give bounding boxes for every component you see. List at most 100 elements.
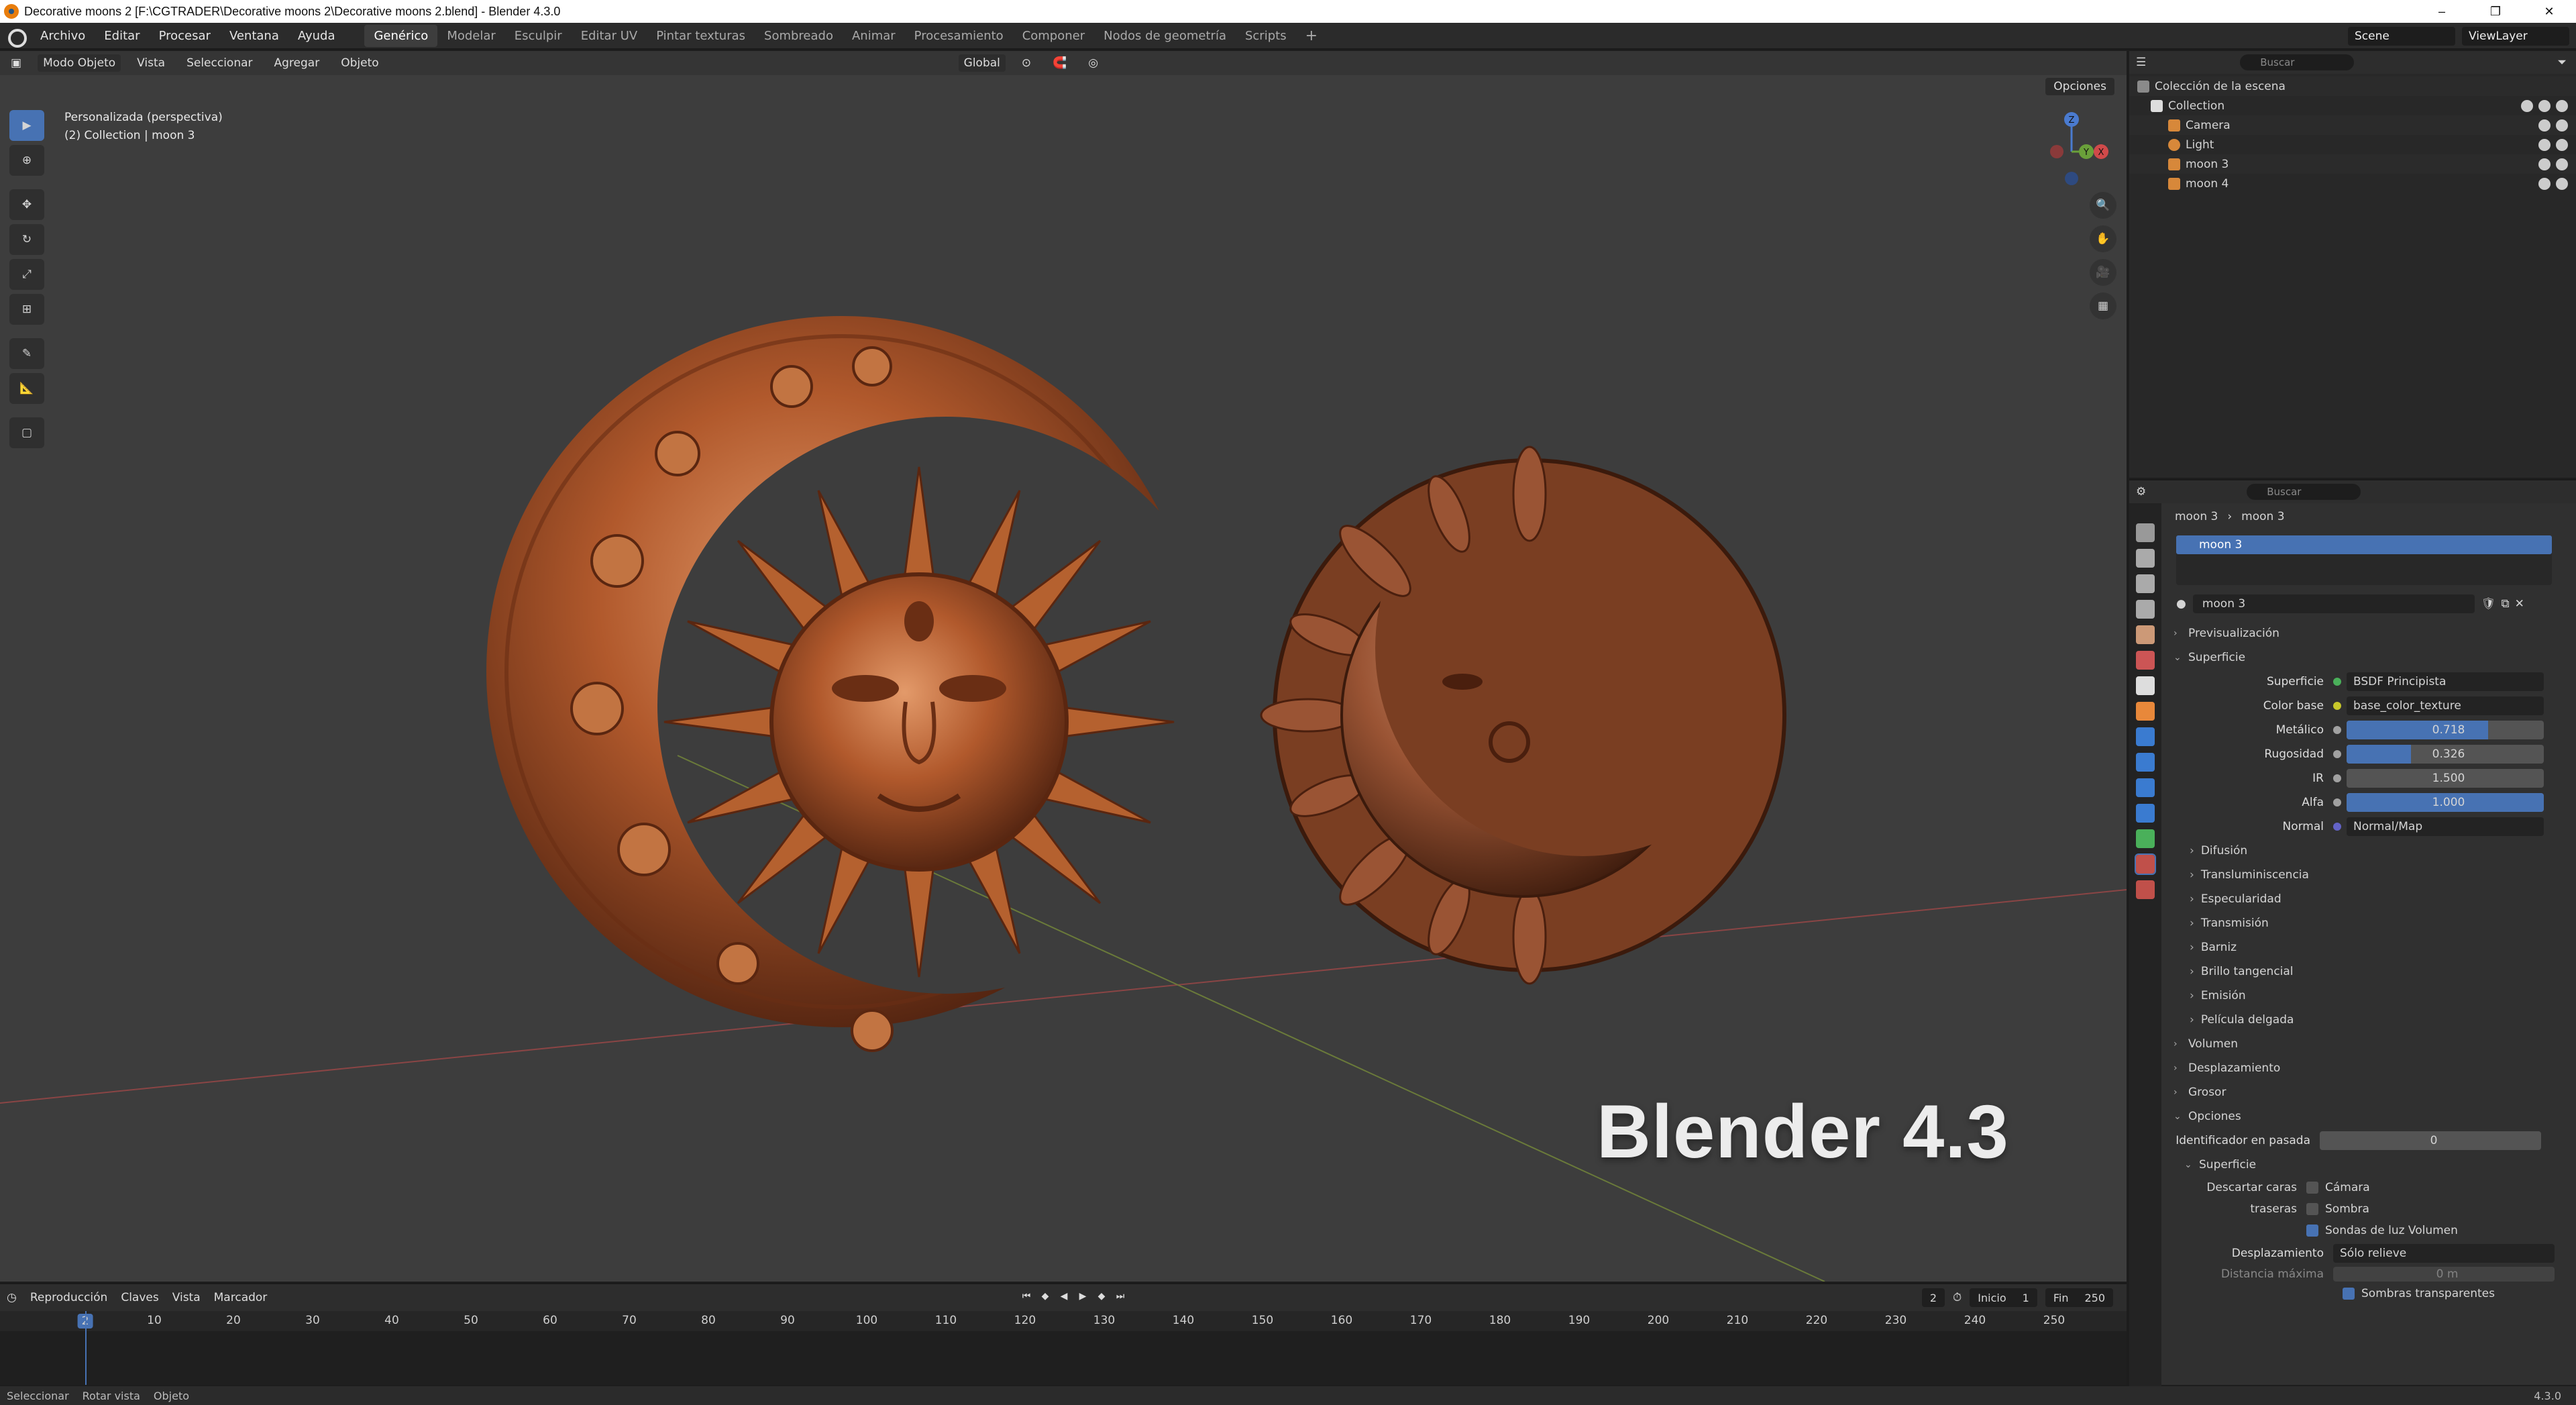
material-name-field[interactable]: moon 3	[2192, 594, 2475, 613]
clock-icon[interactable]: ⏱	[1953, 1291, 1962, 1304]
section-options-surface[interactable]: ⌄ Superficie	[2165, 1153, 2571, 1177]
workspace-tab-editar-uv[interactable]: Editar UV	[572, 25, 647, 47]
material-slot-list[interactable]: moon 3	[2176, 535, 2552, 585]
scale-tool-icon[interactable]: ⤢	[9, 259, 44, 290]
timeline-menu-marcador[interactable]: Marcador	[214, 1291, 268, 1304]
bsdf-subsection[interactable]: › Película delgada	[2165, 1008, 2571, 1032]
measure-tool-icon[interactable]: 📐	[9, 373, 44, 404]
bsdf-subsection[interactable]: › Especularidad	[2165, 887, 2571, 911]
camera-render-icon[interactable]	[2556, 177, 2568, 190]
3d-viewport[interactable]: ▣ Modo Objeto Vista Seleccionar Agregar …	[0, 51, 2127, 1282]
cull-shadow-checkbox[interactable]: Sombra	[2306, 1198, 2458, 1220]
timeline-menu-vista[interactable]: Vista	[172, 1291, 201, 1304]
socket-icon[interactable]	[2333, 726, 2341, 734]
tool-tab-icon[interactable]	[2136, 523, 2155, 542]
bsdf-subsection[interactable]: › Barniz	[2165, 935, 2571, 959]
menu-archivo[interactable]: Archivo	[31, 29, 95, 43]
menu-ventana[interactable]: Ventana	[220, 29, 288, 43]
section-options[interactable]: ⌄ Opciones	[2165, 1104, 2571, 1129]
timeline-track-area[interactable]	[0, 1311, 2127, 1385]
menu-ayuda[interactable]: Ayuda	[288, 29, 345, 43]
outliner-item-camera[interactable]: Camera	[2129, 115, 2576, 135]
blender-menu-icon[interactable]	[5, 25, 27, 48]
socket-icon[interactable]	[2333, 774, 2341, 782]
surface-shader-field[interactable]: BSDF Principista	[2347, 672, 2544, 691]
collection-row[interactable]: Collection	[2129, 96, 2576, 115]
outliner-item-light[interactable]: Light	[2129, 135, 2576, 154]
workspace-tab-generico[interactable]: Genérico	[364, 24, 438, 47]
physics-tab-icon[interactable]	[2136, 778, 2155, 797]
checkbox-checked-icon[interactable]	[2306, 1225, 2318, 1237]
texture-tab-icon[interactable]	[2136, 880, 2155, 899]
constraints-tab-icon[interactable]	[2136, 804, 2155, 823]
transparent-shadows-checkbox[interactable]: Sombras transparentes	[2165, 1283, 2571, 1304]
object-tab-icon[interactable]	[2136, 702, 2155, 721]
proportional-edit-icon[interactable]: ◎	[1083, 54, 1104, 72]
outliner-item-moon-4[interactable]: moon 4	[2129, 174, 2576, 193]
socket-icon[interactable]	[2333, 702, 2341, 710]
bsdf-input-field[interactable]: 1.500	[2347, 769, 2544, 788]
material-slot-item[interactable]: moon 3	[2176, 535, 2552, 554]
duplicate-icon[interactable]: ⧉	[2501, 597, 2509, 611]
workspace-tab-sombreado[interactable]: Sombreado	[755, 25, 843, 47]
bsdf-subsection[interactable]: › Emisión	[2165, 984, 2571, 1008]
frame-ruler[interactable]: 2 10203040506070809010011012013014015016…	[0, 1311, 2127, 1331]
workspace-tab-scripts[interactable]: Scripts	[1236, 25, 1296, 47]
options-dropdown[interactable]: Opciones	[2045, 78, 2114, 95]
eye-icon[interactable]	[2538, 119, 2551, 132]
play-icon[interactable]: ▶	[1076, 1290, 1089, 1303]
timeline-menu-reproduccion[interactable]: Reproducción	[30, 1291, 107, 1304]
bsdf-input-field[interactable]: 0.718	[2347, 721, 2544, 739]
camera-view-icon[interactable]: 🎥	[2090, 259, 2116, 286]
view-layer-tab-icon[interactable]	[2136, 600, 2155, 619]
transform-tool-icon[interactable]: ⊞	[9, 294, 44, 325]
scene-tab-icon[interactable]	[2136, 625, 2155, 644]
outliner-item-moon-3[interactable]: moon 3	[2129, 154, 2576, 174]
ortho-grid-icon[interactable]: ▦	[2090, 293, 2116, 319]
section-thickness[interactable]: › Grosor	[2165, 1080, 2571, 1104]
socket-icon[interactable]	[2333, 750, 2341, 758]
checkbox-checked-icon[interactable]	[2343, 1288, 2355, 1300]
rotate-tool-icon[interactable]: ↻	[9, 224, 44, 255]
maximize-button[interactable]: ❐	[2469, 0, 2522, 23]
viewport-menu-vista[interactable]: Vista	[131, 54, 170, 72]
outliner-search-input[interactable]: Buscar	[2240, 54, 2355, 70]
workspace-tab-componer[interactable]: Componer	[1013, 25, 1094, 47]
camera-render-icon[interactable]	[2556, 119, 2568, 132]
particles-tab-icon[interactable]	[2136, 753, 2155, 772]
next-keyframe-icon[interactable]: ◆	[1095, 1290, 1108, 1303]
prev-keyframe-icon[interactable]: ◆	[1038, 1290, 1052, 1303]
unlink-icon[interactable]: ✕	[2515, 597, 2524, 611]
play-reverse-icon[interactable]: ◀	[1057, 1290, 1071, 1303]
viewport-menu-objeto[interactable]: Objeto	[335, 54, 384, 72]
eye-icon[interactable]	[2538, 158, 2551, 170]
camera-render-icon[interactable]	[2556, 99, 2568, 112]
bsdf-input-field[interactable]: Normal/Map	[2347, 817, 2544, 836]
pass-index-field[interactable]: 0	[2320, 1131, 2541, 1150]
material-tab-icon[interactable]	[2135, 853, 2156, 875]
bsdf-subsection[interactable]: › Difusión	[2165, 839, 2571, 863]
socket-icon[interactable]	[2333, 823, 2341, 831]
workspace-tab-animar[interactable]: Animar	[843, 25, 905, 47]
editor-type-icon[interactable]: ▣	[5, 54, 27, 72]
timeline-menu-claves[interactable]: Claves	[121, 1291, 158, 1304]
jump-end-icon[interactable]: ⏭	[1114, 1290, 1127, 1303]
section-surface[interactable]: ⌄ Superficie	[2165, 645, 2571, 670]
add-cube-tool-icon[interactable]: ▢	[9, 417, 44, 448]
jump-start-icon[interactable]: ⏮	[1020, 1290, 1033, 1303]
minimize-button[interactable]: –	[2415, 0, 2469, 23]
filter-icon[interactable]: ⏷	[2557, 56, 2567, 69]
zoom-icon[interactable]: 🔍	[2090, 192, 2116, 219]
snap-icon[interactable]: 🧲	[1047, 54, 1072, 72]
render-tab-icon[interactable]	[2136, 549, 2155, 568]
eye-icon[interactable]	[2538, 99, 2551, 112]
section-volume[interactable]: › Volumen	[2165, 1032, 2571, 1056]
fake-user-icon[interactable]: 🛡	[2481, 597, 2496, 611]
select-box-tool-icon[interactable]: ▶	[9, 110, 44, 141]
pivot-icon[interactable]: ⊙	[1016, 54, 1036, 72]
viewport-menu-seleccionar[interactable]: Seleccionar	[181, 54, 258, 72]
start-frame-field[interactable]: Inicio 1	[1970, 1288, 2037, 1307]
eye-icon[interactable]	[2538, 138, 2551, 151]
bsdf-subsection[interactable]: › Transluminiscencia	[2165, 863, 2571, 887]
eye-icon[interactable]	[2538, 177, 2551, 190]
